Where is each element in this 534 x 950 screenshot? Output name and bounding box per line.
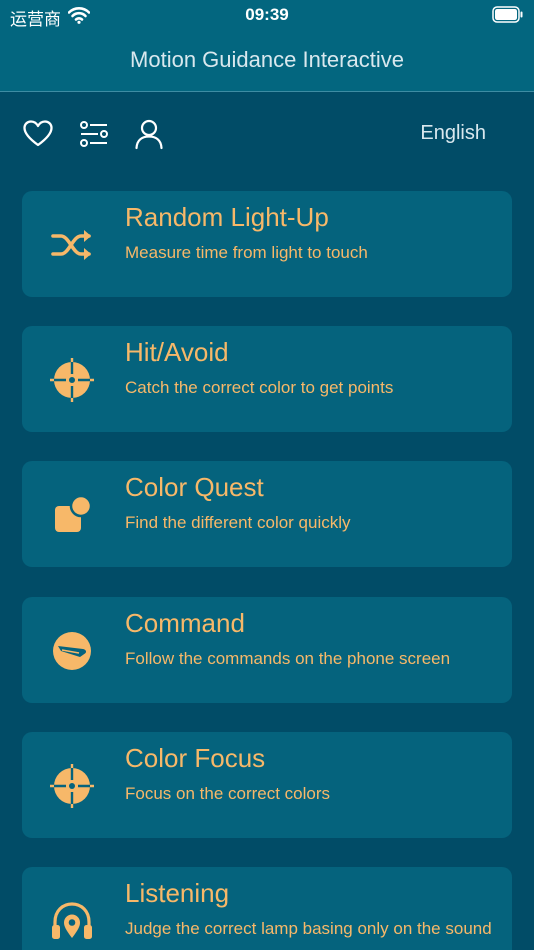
card-title: Color Quest — [125, 472, 264, 502]
settings-list-icon[interactable] — [78, 118, 110, 150]
game-card-color-quest[interactable]: Color Quest Find the different color qui… — [22, 461, 512, 567]
card-title: Random Light-Up — [125, 202, 329, 232]
card-title: Listening — [125, 878, 230, 908]
card-title: Command — [125, 608, 245, 638]
game-card-random-light-up[interactable]: Random Light-Up Measure time from light … — [22, 191, 512, 297]
shapes-icon — [55, 494, 93, 532]
battery-icon — [492, 6, 523, 23]
game-card-hit-avoid[interactable]: Hit/Avoid Catch the correct color to get… — [22, 326, 512, 432]
header-divider — [0, 91, 534, 92]
phone-command-icon — [53, 632, 91, 670]
card-title: Color Focus — [125, 743, 266, 773]
card-title: Hit/Avoid — [125, 337, 229, 367]
game-card-listening[interactable]: Listening Judge the correct lamp basing … — [22, 867, 512, 950]
app-screen: 运营商 09:39 Motion Guidance Interactive En… — [0, 0, 534, 950]
crosshair-icon — [50, 358, 94, 402]
card-description: Find the different color quickly — [125, 513, 351, 532]
card-description: Focus on the correct colors — [125, 784, 331, 803]
user-icon[interactable] — [133, 118, 165, 150]
shuffle-icon — [51, 230, 91, 260]
game-card-command[interactable]: Command Follow the commands on the phone… — [22, 597, 512, 703]
status-time: 09:39 — [245, 5, 289, 24]
game-card-color-focus[interactable]: Color Focus Focus on the correct colors — [22, 732, 512, 838]
heart-icon[interactable] — [22, 118, 54, 150]
language-selector[interactable]: English — [420, 122, 486, 145]
card-description: Catch the correct color to get points — [125, 378, 394, 397]
crosshair-icon — [50, 764, 94, 808]
card-description: Judge the correct lamp basing only on th… — [125, 919, 492, 938]
headphones-location-icon — [52, 902, 92, 939]
card-description: Measure time from light to touch — [125, 243, 368, 262]
page-title: Motion Guidance Interactive — [130, 47, 404, 72]
top-bar: 运营商 09:39 Motion Guidance Interactive — [0, 0, 534, 91]
card-description: Follow the commands on the phone screen — [125, 649, 451, 668]
